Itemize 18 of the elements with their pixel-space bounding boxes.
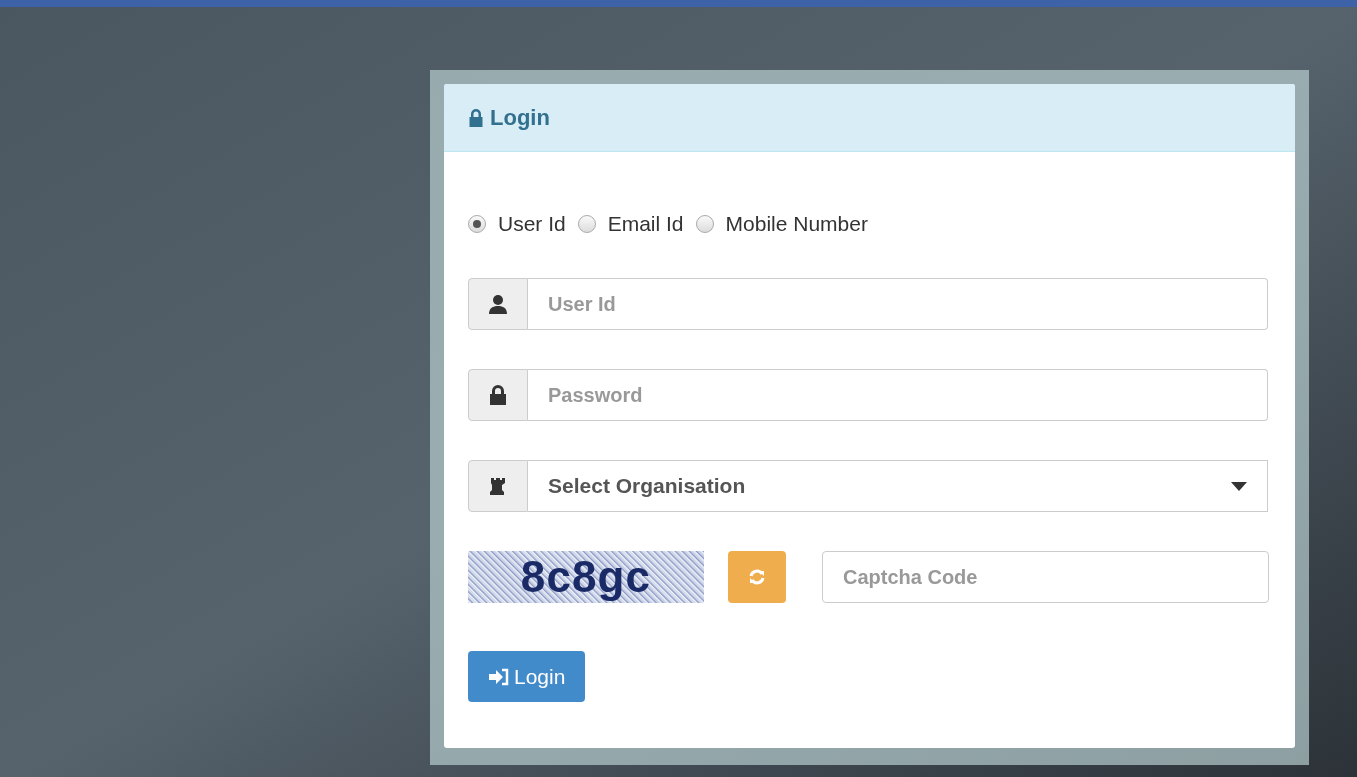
tower-icon xyxy=(489,477,507,495)
captcha-image: 8c8gc xyxy=(468,551,704,603)
login-type-radio[interactable]: Mobile Number xyxy=(695,208,868,240)
refresh-icon xyxy=(748,568,766,586)
captcha-field[interactable]: Captcha Code xyxy=(822,551,1269,603)
input-field[interactable]: Password xyxy=(528,369,1268,421)
user-icon xyxy=(488,294,508,314)
sign-in-icon xyxy=(488,667,510,686)
login-type-radio[interactable]: Email Id xyxy=(577,208,684,240)
panel-title: Login xyxy=(490,104,550,132)
refresh-button[interactable] xyxy=(728,551,786,603)
caret-icon xyxy=(1231,481,1247,491)
lock-icon xyxy=(489,385,507,405)
login-type-radio[interactable]: User Id xyxy=(468,208,566,240)
organisation-dropdown[interactable]: Select Organisation xyxy=(528,460,1268,512)
login-button[interactable]: Login xyxy=(468,651,586,702)
lock-icon xyxy=(468,108,484,127)
input-field[interactable]: User Id xyxy=(528,278,1268,330)
